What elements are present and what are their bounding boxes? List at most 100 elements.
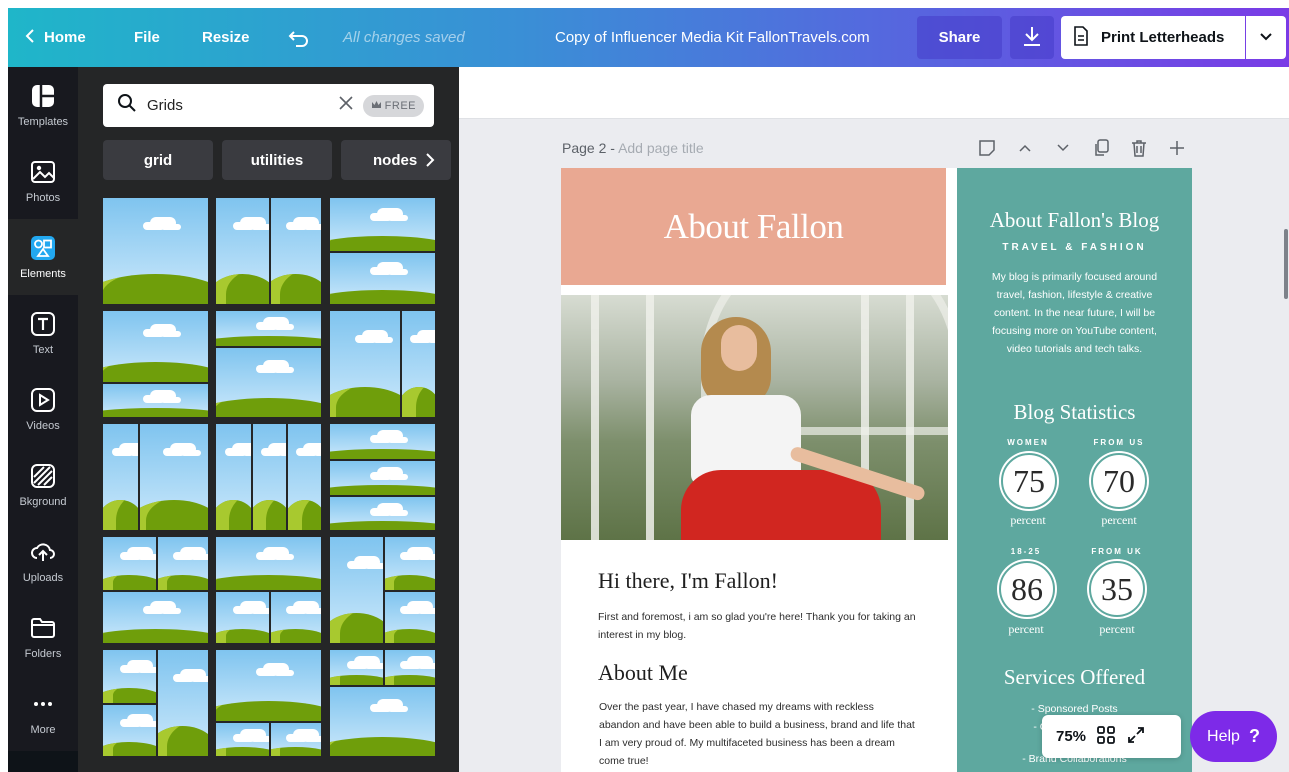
grid-template-thumbnail[interactable] — [216, 650, 321, 756]
chip-grid[interactable]: grid — [103, 140, 213, 180]
resize-menu[interactable]: Resize — [202, 8, 250, 67]
rail-label: Bkground — [19, 495, 67, 508]
stats-title[interactable]: Blog Statistics — [957, 400, 1192, 425]
blog-title[interactable]: About Fallon's Blog — [957, 208, 1192, 233]
rail-item-photos[interactable]: Photos — [8, 143, 78, 219]
blog-description[interactable]: My blog is primarily focused around trav… — [983, 268, 1166, 358]
grid-cell — [330, 686, 435, 756]
print-letterheads-button[interactable]: Print Letterheads — [1061, 16, 1245, 59]
side-nav-rail: Templates Photos Elements Text Videos Bk… — [8, 67, 78, 772]
clear-search-icon[interactable] — [339, 96, 353, 115]
grid-template-thumbnail[interactable] — [330, 537, 435, 643]
add-page-icon[interactable] — [1167, 138, 1187, 158]
rail-label: Text — [32, 343, 54, 356]
grid-view-icon[interactable] — [1096, 725, 1116, 749]
greeting-heading[interactable]: Hi there, I'm Fallon! — [598, 568, 778, 594]
rail-label: Uploads — [22, 571, 64, 584]
rail-item-uploads[interactable]: Uploads — [8, 523, 78, 599]
grid-cell — [216, 424, 251, 530]
service-item[interactable]: - Sponsored Posts — [957, 703, 1192, 715]
greeting-body[interactable]: First and foremost, i am so glad you're … — [598, 608, 928, 644]
rail-label: Photos — [25, 191, 61, 204]
grid-cell — [103, 650, 156, 703]
grid-template-thumbnail[interactable] — [330, 424, 435, 530]
page-label: Page 2 - — [562, 140, 615, 156]
page-title-placeholder[interactable]: Add page title — [618, 140, 704, 156]
grid-template-thumbnail[interactable] — [103, 424, 208, 530]
duplicate-page-icon[interactable] — [1091, 138, 1111, 158]
note-icon[interactable] — [977, 138, 997, 158]
upload-cloud-icon — [30, 539, 56, 568]
page-toolbar — [977, 138, 1187, 158]
background-icon — [30, 463, 56, 492]
grid-cell — [103, 705, 156, 756]
stat-label: WOMEN — [1007, 438, 1049, 447]
stat-value[interactable]: 86 — [999, 561, 1055, 617]
download-button[interactable] — [1010, 16, 1054, 59]
stat-unit: percent — [1010, 513, 1046, 527]
grid-cell — [216, 650, 321, 722]
rail-item-more[interactable]: More — [8, 675, 78, 751]
design-page[interactable]: About Fallon Hi there, I'm Fallon! First… — [561, 168, 1192, 772]
grid-template-thumbnail[interactable] — [330, 198, 435, 304]
share-button[interactable]: Share — [917, 16, 1002, 59]
question-mark-icon: ? — [1248, 726, 1260, 746]
blog-tagline[interactable]: TRAVEL & FASHION — [957, 242, 1192, 253]
print-options-dropdown[interactable] — [1246, 16, 1286, 59]
about-me-body[interactable]: Over the past year, I have chased my dre… — [599, 698, 917, 770]
free-filter-badge[interactable]: FREE — [362, 94, 424, 117]
search-value[interactable]: Grids — [147, 97, 339, 114]
stat-label: 18-25 — [1010, 547, 1042, 556]
grid-template-thumbnail[interactable] — [103, 198, 208, 304]
grid-template-thumbnail[interactable] — [216, 537, 321, 643]
crown-icon — [371, 100, 382, 112]
search-input[interactable]: Grids FREE — [103, 84, 434, 127]
rail-label: Videos — [26, 419, 60, 432]
services-title[interactable]: Services Offered — [957, 665, 1192, 690]
file-menu[interactable]: File — [134, 8, 160, 67]
fullscreen-icon[interactable] — [1126, 725, 1146, 749]
trash-icon[interactable] — [1129, 138, 1149, 158]
grid-cell — [216, 592, 269, 643]
grid-template-thumbnail[interactable] — [103, 311, 208, 417]
about-me-heading[interactable]: About Me — [598, 660, 688, 686]
vertical-scrollbar[interactable] — [1284, 229, 1288, 299]
rail-item-text[interactable]: Text — [8, 295, 78, 371]
grid-template-thumbnail[interactable] — [216, 311, 321, 417]
grid-template-thumbnail[interactable] — [103, 537, 208, 643]
chevron-down-icon[interactable] — [1053, 138, 1073, 158]
grid-template-thumbnail[interactable] — [216, 198, 321, 304]
grid-cell — [216, 311, 321, 346]
grid-cell — [103, 592, 208, 643]
stat-value[interactable]: 70 — [1091, 453, 1147, 509]
home-button[interactable]: Home — [24, 8, 86, 67]
chevron-up-icon[interactable] — [1015, 138, 1035, 158]
grid-cell — [103, 537, 156, 590]
profile-photo[interactable] — [561, 295, 948, 540]
grid-template-thumbnail[interactable] — [330, 650, 435, 756]
rail-item-videos[interactable]: Videos — [8, 371, 78, 447]
page-title[interactable]: Page 2 - Add page title — [562, 140, 704, 156]
blog-info-column[interactable]: About Fallon's Blog TRAVEL & FASHION My … — [957, 168, 1192, 772]
grid-cell — [330, 460, 435, 495]
video-icon — [30, 387, 56, 416]
document-title[interactable]: Copy of Influencer Media Kit FallonTrave… — [555, 8, 870, 67]
grid-cell — [330, 198, 435, 251]
stat-value[interactable]: 75 — [1001, 453, 1057, 509]
rail-item-elements[interactable]: Elements — [8, 219, 78, 295]
free-label: FREE — [384, 99, 416, 112]
undo-icon[interactable] — [288, 8, 310, 67]
search-icon — [117, 93, 137, 118]
rail-item-templates[interactable]: Templates — [8, 67, 78, 143]
grid-template-thumbnail[interactable] — [216, 424, 321, 530]
grid-template-thumbnail[interactable] — [103, 650, 208, 756]
grid-template-thumbnail[interactable] — [330, 311, 435, 417]
chip-utilities[interactable]: utilities — [222, 140, 332, 180]
rail-item-folders[interactable]: Folders — [8, 599, 78, 675]
zoom-level[interactable]: 75% — [1056, 728, 1086, 745]
rail-item-background[interactable]: Bkground — [8, 447, 78, 523]
stat-value[interactable]: 35 — [1089, 561, 1145, 617]
chevron-right-icon[interactable] — [420, 147, 440, 173]
help-button[interactable]: Help ? — [1190, 711, 1277, 762]
about-fallon-heading[interactable]: About Fallon — [561, 168, 946, 285]
